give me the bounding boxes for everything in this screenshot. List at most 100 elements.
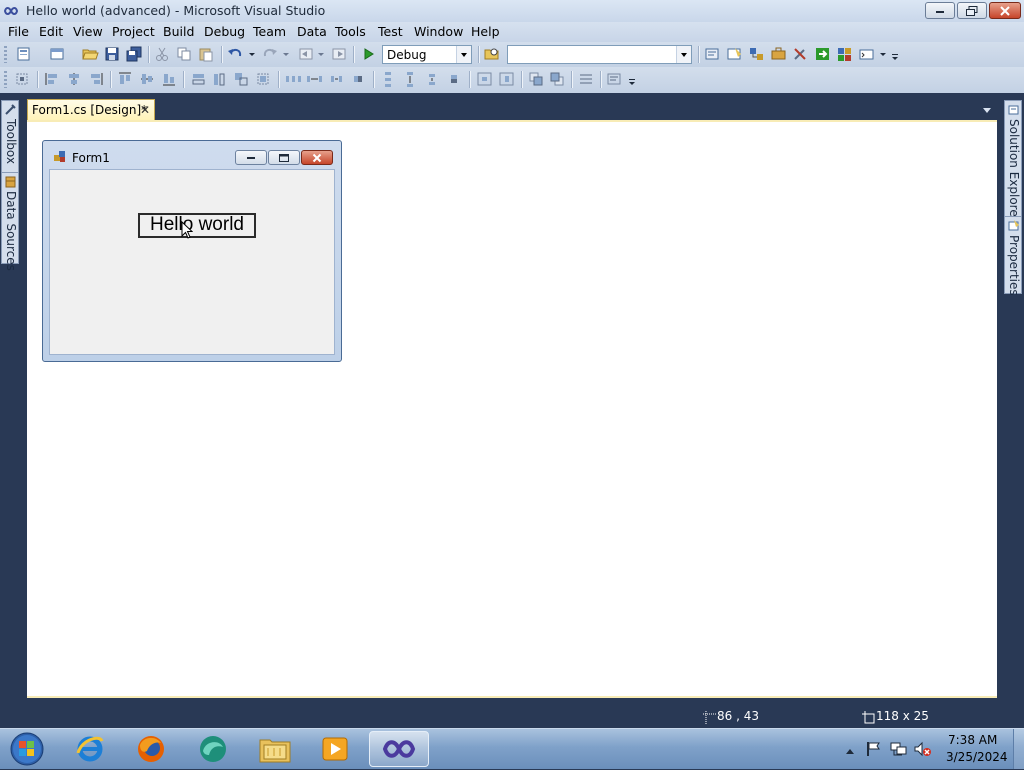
solution-explorer-tab[interactable]: Solution Explorer bbox=[1004, 100, 1022, 222]
tab-order-icon[interactable] bbox=[578, 71, 595, 87]
copy-icon[interactable] bbox=[176, 46, 193, 62]
redo-dropdown-icon[interactable] bbox=[281, 46, 291, 62]
extension-manager-icon[interactable] bbox=[836, 46, 853, 62]
make-vertical-spacing-equal-icon[interactable] bbox=[380, 71, 397, 87]
find-combo[interactable] bbox=[507, 45, 692, 64]
save-icon[interactable] bbox=[104, 46, 121, 62]
decrease-vertical-spacing-icon[interactable] bbox=[424, 71, 441, 87]
menu-data[interactable]: Data bbox=[297, 24, 327, 39]
show-desktop-button[interactable] bbox=[1013, 729, 1024, 769]
menu-build[interactable]: Build bbox=[163, 24, 194, 39]
hello-world-button[interactable]: Hello world bbox=[138, 213, 256, 238]
make-horizontal-spacing-equal-icon[interactable] bbox=[285, 71, 302, 87]
data-sources-tab[interactable]: Data Sources bbox=[1, 172, 19, 271]
clock-time[interactable]: 7:38 AM bbox=[948, 733, 997, 747]
solution-explorer-icon[interactable] bbox=[704, 46, 721, 62]
media-player-taskbar-icon[interactable] bbox=[307, 731, 363, 767]
save-all-icon[interactable] bbox=[126, 46, 143, 62]
open-file-icon[interactable] bbox=[82, 46, 99, 62]
volume-muted-icon[interactable] bbox=[914, 741, 932, 760]
center-horizontally-icon[interactable] bbox=[476, 71, 493, 87]
redo-icon[interactable] bbox=[261, 46, 278, 62]
properties-tab[interactable]: Properties bbox=[1004, 216, 1022, 296]
menu-file[interactable]: File bbox=[8, 24, 29, 39]
solution-configuration-dropdown[interactable]: Debug bbox=[382, 45, 472, 64]
decrease-horizontal-spacing-icon[interactable] bbox=[328, 71, 345, 87]
object-browser-icon[interactable] bbox=[748, 46, 765, 62]
align-lefts-icon[interactable] bbox=[44, 71, 61, 87]
menu-team[interactable]: Team bbox=[253, 24, 286, 39]
toolbar-options-icon[interactable] bbox=[627, 71, 637, 87]
send-to-back-icon[interactable] bbox=[549, 71, 566, 87]
undo-dropdown-icon[interactable] bbox=[247, 46, 257, 62]
add-item-icon[interactable] bbox=[49, 46, 66, 62]
bring-to-front-icon[interactable] bbox=[528, 71, 545, 87]
command-dropdown-icon[interactable] bbox=[878, 46, 888, 62]
action-center-flag-icon[interactable] bbox=[866, 741, 882, 760]
minimize-button[interactable] bbox=[925, 2, 955, 19]
size-to-grid-icon[interactable] bbox=[255, 71, 272, 87]
close-button[interactable] bbox=[989, 2, 1021, 19]
center-vertically-icon[interactable] bbox=[498, 71, 515, 87]
toolbox-icon[interactable] bbox=[770, 46, 787, 62]
navigate-backward-icon[interactable] bbox=[298, 46, 315, 62]
toolbar-options-icon[interactable] bbox=[890, 46, 900, 62]
close-icon[interactable]: ✕ bbox=[140, 103, 150, 117]
navigate-forward-icon[interactable] bbox=[331, 46, 348, 62]
chevron-down-icon[interactable] bbox=[983, 108, 991, 117]
chevron-down-icon[interactable] bbox=[676, 46, 691, 63]
cut-icon[interactable] bbox=[154, 46, 171, 62]
menu-tools[interactable]: Tools bbox=[335, 24, 366, 39]
network-icon[interactable] bbox=[890, 741, 908, 760]
start-button[interactable] bbox=[8, 731, 46, 767]
increase-vertical-spacing-icon[interactable] bbox=[402, 71, 419, 87]
chevron-down-icon[interactable] bbox=[456, 46, 471, 63]
find-in-files-icon[interactable] bbox=[484, 46, 501, 62]
make-same-width-icon[interactable] bbox=[190, 71, 207, 87]
menu-help[interactable]: Help bbox=[471, 24, 500, 39]
lock-controls-icon[interactable] bbox=[606, 71, 623, 87]
paste-icon[interactable] bbox=[198, 46, 215, 62]
increase-horizontal-spacing-icon[interactable] bbox=[306, 71, 323, 87]
internet-explorer-taskbar-icon[interactable] bbox=[62, 731, 118, 767]
make-same-height-icon[interactable] bbox=[211, 71, 228, 87]
form-minimize-button[interactable] bbox=[235, 150, 267, 165]
toolbar-grip[interactable] bbox=[4, 46, 7, 63]
form-maximize-button[interactable] bbox=[268, 150, 300, 165]
align-centers-icon[interactable] bbox=[66, 71, 83, 87]
menu-test[interactable]: Test bbox=[378, 24, 403, 39]
menu-window[interactable]: Window bbox=[414, 24, 463, 39]
browser-taskbar-icon[interactable] bbox=[185, 731, 241, 767]
command-window-icon[interactable] bbox=[858, 46, 875, 62]
align-rights-icon[interactable] bbox=[88, 71, 105, 87]
menu-project[interactable]: Project bbox=[112, 24, 155, 39]
document-tab-form1-design[interactable]: Form1.cs [Design]* ✕ bbox=[27, 99, 155, 120]
form1-window[interactable]: Form1 Hello world bbox=[42, 140, 342, 362]
firefox-taskbar-icon[interactable] bbox=[123, 731, 179, 767]
menu-edit[interactable]: Edit bbox=[39, 24, 63, 39]
toolbar-grip[interactable] bbox=[4, 71, 7, 88]
file-explorer-taskbar-icon[interactable] bbox=[247, 731, 303, 767]
start-debugging-icon[interactable] bbox=[360, 46, 377, 62]
menu-debug[interactable]: Debug bbox=[204, 24, 245, 39]
new-project-icon[interactable] bbox=[16, 46, 33, 62]
clock-date[interactable]: 3/25/2024 bbox=[946, 750, 1008, 764]
remove-horizontal-spacing-icon[interactable] bbox=[350, 71, 367, 87]
align-bottoms-icon[interactable] bbox=[161, 71, 178, 87]
form1-client-area[interactable]: Hello world bbox=[49, 169, 335, 355]
toolbox-tab[interactable]: Toolbox bbox=[1, 100, 19, 174]
tools-icon[interactable] bbox=[792, 46, 809, 62]
align-middles-icon[interactable] bbox=[139, 71, 156, 87]
remove-vertical-spacing-icon[interactable] bbox=[446, 71, 463, 87]
visual-studio-taskbar-icon[interactable] bbox=[369, 731, 429, 767]
form-close-button[interactable] bbox=[301, 150, 333, 165]
align-tops-icon[interactable] bbox=[117, 71, 134, 87]
undo-icon[interactable] bbox=[227, 46, 244, 62]
navigate-dropdown-icon[interactable] bbox=[316, 46, 326, 62]
start-page-icon[interactable] bbox=[814, 46, 831, 62]
properties-window-icon[interactable] bbox=[726, 46, 743, 62]
menu-view[interactable]: View bbox=[73, 24, 103, 39]
show-hidden-icons-icon[interactable] bbox=[845, 744, 855, 758]
restore-button[interactable] bbox=[957, 2, 987, 19]
align-to-grid-icon[interactable] bbox=[14, 71, 31, 87]
